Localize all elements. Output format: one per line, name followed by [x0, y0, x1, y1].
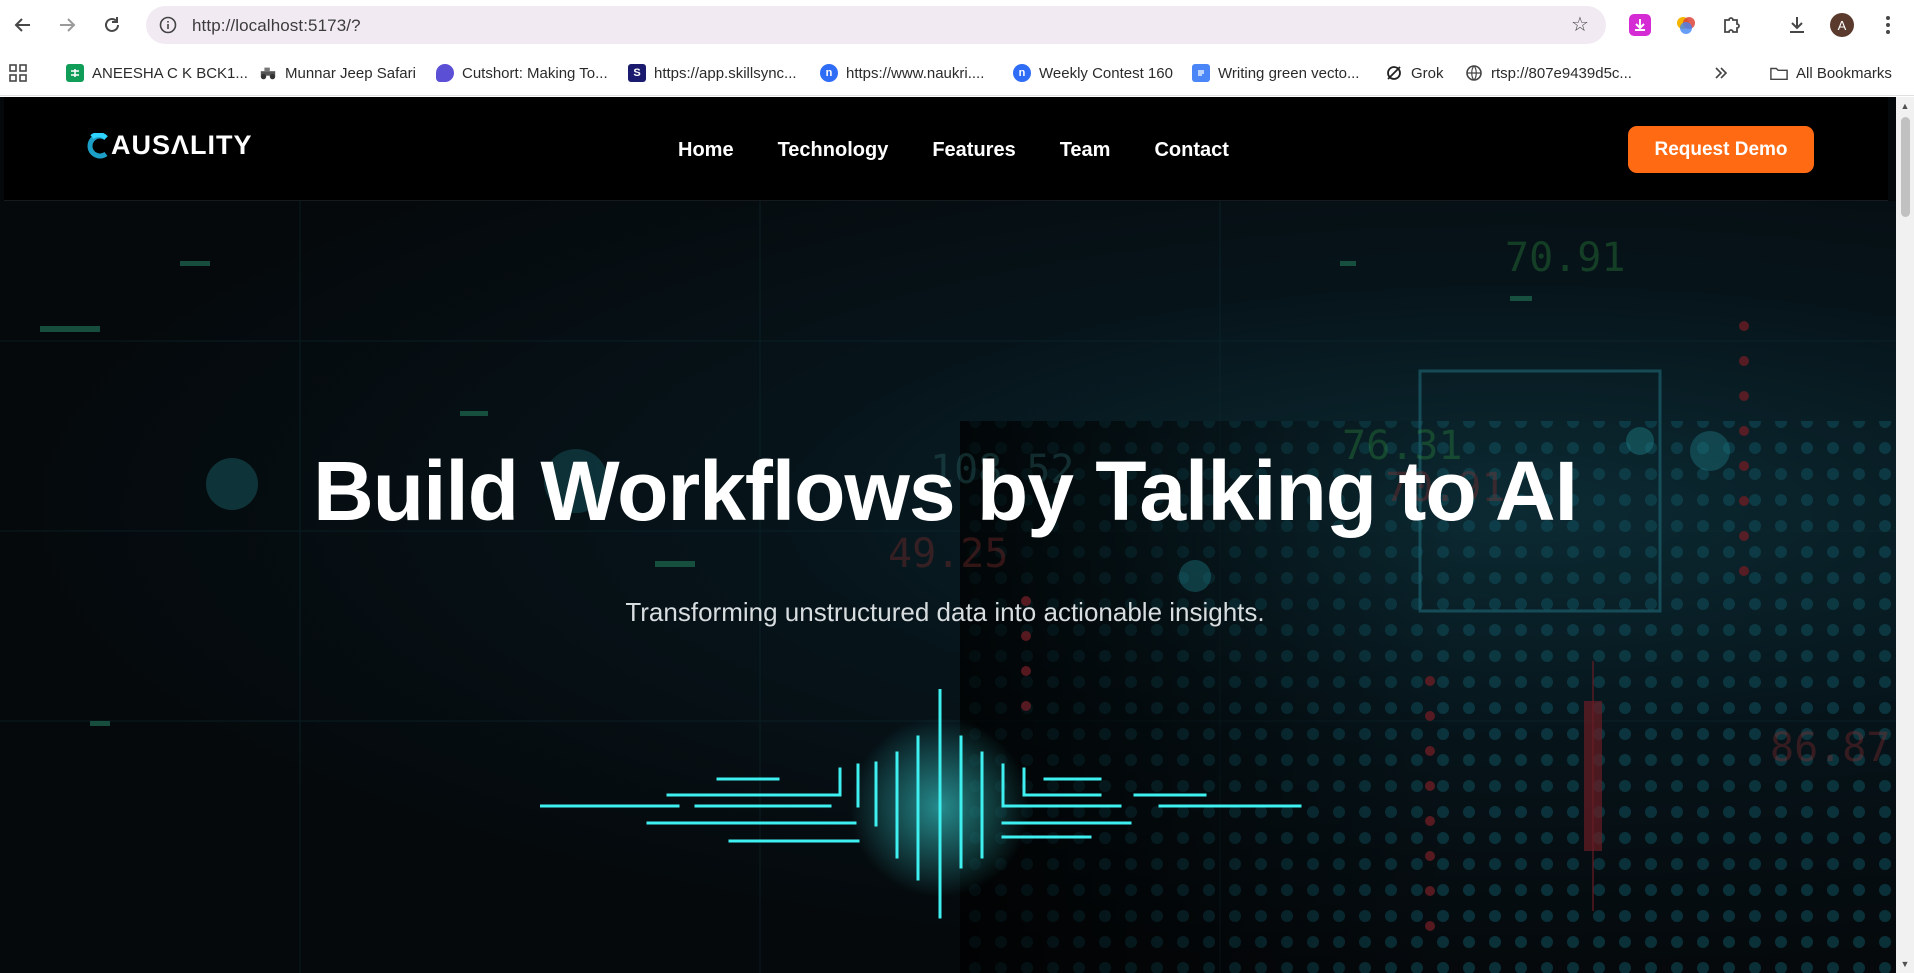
- request-demo-button[interactable]: Request Demo: [1628, 126, 1814, 173]
- contest-icon: n: [1013, 64, 1031, 82]
- browser-menu-icon[interactable]: [1874, 11, 1902, 39]
- sheets-icon: [66, 64, 84, 82]
- bookmark-label: Writing green vecto...: [1218, 64, 1360, 82]
- nav-team[interactable]: Team: [1060, 139, 1111, 162]
- bg-number: 70.91: [1505, 235, 1625, 281]
- hero-title: Build Workflows by Talking to AI: [313, 444, 1578, 538]
- extensions-puzzle-icon[interactable]: [1718, 11, 1746, 39]
- nav-technology[interactable]: Technology: [778, 139, 889, 162]
- hero-section: 70.91 76.31 70.91 108.52 49.25 86.87 Bui…: [0, 201, 1896, 973]
- bookmark-label: Munnar Jeep Safari: [285, 64, 416, 82]
- bookmark-label: ANEESHA C K BCK1...: [92, 64, 248, 82]
- bookmark-label: Weekly Contest 160: [1039, 64, 1173, 82]
- bookmark-label: rtsp://807e9439d5c...: [1491, 64, 1632, 82]
- bookmark-item[interactable]: Munnar Jeep Safari: [259, 61, 416, 85]
- profile-avatar[interactable]: A: [1828, 11, 1856, 39]
- site-info-icon[interactable]: [156, 13, 180, 37]
- bookmark-item[interactable]: S https://app.skillsync...: [628, 61, 797, 85]
- more-bookmarks-chevron-icon[interactable]: [1713, 61, 1729, 85]
- folder-icon: [1770, 64, 1788, 82]
- bg-number: 86.87: [1770, 725, 1890, 771]
- bookmark-label: https://app.skillsync...: [654, 64, 797, 82]
- browser-toolbar: http://localhost:5173/? ☆ A: [0, 0, 1914, 50]
- all-bookmarks-button[interactable]: All Bookmarks: [1770, 61, 1892, 85]
- scrollbar-thumb[interactable]: [1901, 117, 1910, 217]
- scroll-down-arrow-icon[interactable]: ▼: [1900, 959, 1910, 969]
- docs-icon: [1192, 64, 1210, 82]
- hero-subtitle: Transforming unstructured data into acti…: [625, 597, 1265, 627]
- bookmark-item[interactable]: rtsp://807e9439d5c...: [1465, 61, 1632, 85]
- downloads-icon[interactable]: [1783, 11, 1811, 39]
- color-extension-icon[interactable]: [1672, 11, 1700, 39]
- download-extension-icon[interactable]: [1626, 11, 1654, 39]
- bookmarks-bar: ANEESHA C K BCK1... Munnar Jeep Safari C…: [0, 50, 1914, 96]
- main-nav: Home Technology Features Team Contact: [678, 139, 1273, 162]
- grok-icon: [1385, 64, 1403, 82]
- back-button[interactable]: [8, 10, 38, 40]
- forward-button[interactable]: [52, 10, 82, 40]
- naukri-icon: n: [820, 64, 838, 82]
- all-bookmarks-label: All Bookmarks: [1796, 64, 1892, 82]
- site-header: AUSΛLITY Home Technology Features Team C…: [4, 97, 1888, 201]
- logo-text: AUSΛLITY: [111, 130, 253, 160]
- apps-grid-icon[interactable]: [8, 61, 28, 85]
- skillsync-icon: S: [628, 64, 646, 82]
- nav-home[interactable]: Home: [678, 139, 734, 162]
- scroll-up-arrow-icon[interactable]: ▲: [1900, 101, 1910, 111]
- bookmark-item[interactable]: Cutshort: Making To...: [436, 61, 608, 85]
- forward-arrow-icon: [60, 18, 76, 32]
- bookmark-label: Grok: [1411, 64, 1444, 82]
- bookmark-star-icon[interactable]: ☆: [1568, 13, 1592, 37]
- reload-icon: [105, 17, 119, 32]
- jeep-icon: [259, 64, 277, 82]
- bookmark-label: Cutshort: Making To...: [462, 64, 608, 82]
- reload-button[interactable]: [97, 10, 127, 40]
- address-bar[interactable]: http://localhost:5173/? ☆: [146, 6, 1606, 44]
- logo-c-mark-icon: [87, 132, 108, 158]
- profile-initial: A: [1830, 13, 1854, 37]
- nav-features[interactable]: Features: [932, 139, 1015, 162]
- bookmark-item[interactable]: Writing green vecto...: [1192, 61, 1359, 85]
- cutshort-icon: [436, 64, 454, 82]
- bookmark-item[interactable]: n Weekly Contest 160: [1013, 61, 1173, 85]
- page-viewport: 70.91 76.31 70.91 108.52 49.25 86.87 Bui…: [0, 97, 1896, 973]
- bookmark-item[interactable]: ANEESHA C K BCK1...: [66, 61, 248, 85]
- bookmark-item[interactable]: n https://www.naukri....: [820, 61, 984, 85]
- bookmark-label: https://www.naukri....: [846, 64, 985, 82]
- page-scrollbar[interactable]: ▲ ▼: [1896, 97, 1914, 973]
- voice-wave-graphic: [540, 689, 1302, 919]
- globe-icon: [1465, 64, 1483, 82]
- nav-contact[interactable]: Contact: [1154, 139, 1228, 162]
- back-arrow-icon: [14, 18, 30, 32]
- causality-logo[interactable]: AUSΛLITY: [86, 130, 253, 161]
- url-text[interactable]: http://localhost:5173/?: [192, 16, 361, 36]
- bookmark-item[interactable]: Grok: [1385, 61, 1444, 85]
